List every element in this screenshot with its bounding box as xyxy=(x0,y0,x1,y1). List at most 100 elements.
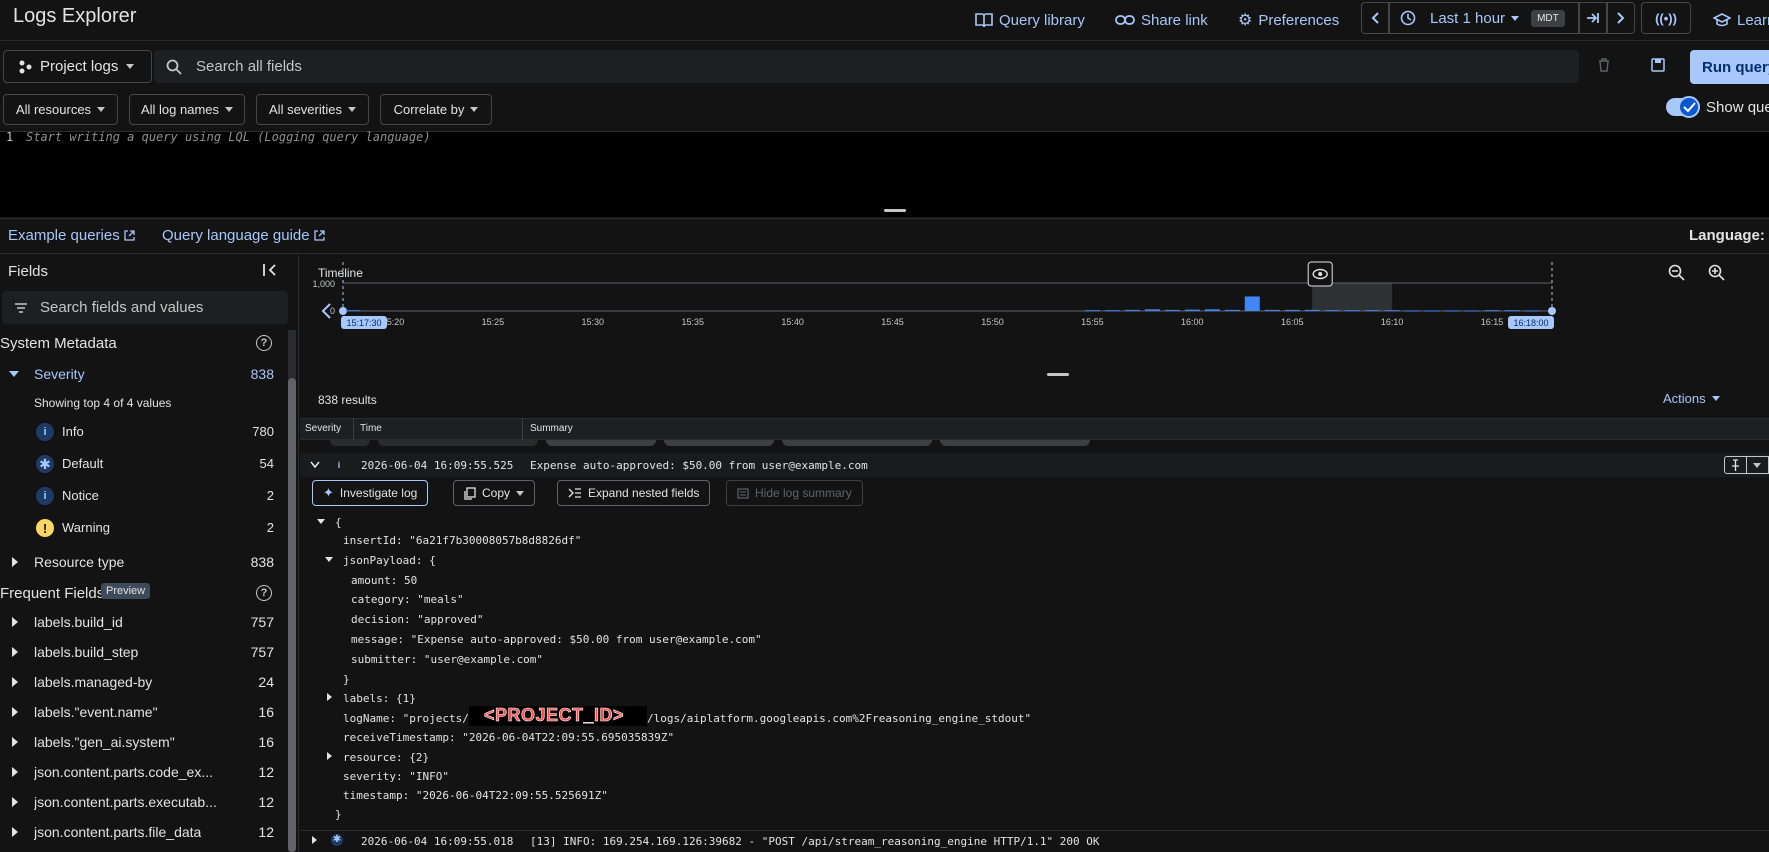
fields-scrollbar-thumb[interactable] xyxy=(288,378,296,852)
timeline-bar[interactable] xyxy=(1244,296,1260,311)
query-language-guide-link[interactable]: Query language guide xyxy=(162,227,325,244)
frequent-field-row[interactable]: labels."event.name" 16 xyxy=(0,698,280,726)
run-query-button[interactable]: Run query xyxy=(1690,50,1769,84)
expand-nested-fields-button[interactable]: Expand nested fields xyxy=(557,480,711,506)
resource-type-field-row[interactable]: Resource type 838 xyxy=(0,548,280,576)
timeline-resize-handle[interactable] xyxy=(1047,373,1069,376)
timeline-bar[interactable] xyxy=(1184,309,1200,311)
dropdown-caret-icon xyxy=(126,64,135,69)
timeline-bar[interactable] xyxy=(1484,310,1500,312)
timeline-bar[interactable] xyxy=(1204,309,1220,311)
collapse-icon[interactable] xyxy=(317,519,325,524)
frequent-field-row[interactable]: labels.build_step 757 xyxy=(0,638,280,666)
investigate-log-button[interactable]: ✦ Investigate log xyxy=(312,480,429,506)
editor-resize-handle[interactable] xyxy=(884,209,906,212)
severities-filter[interactable]: All severities xyxy=(256,94,369,125)
share-link-label: Share link xyxy=(1141,11,1208,29)
expand-icon[interactable] xyxy=(312,836,317,844)
timeline-bar[interactable] xyxy=(1144,309,1160,311)
severity-value-warning[interactable]: ! Warning 2 xyxy=(0,514,280,542)
help-icon[interactable]: ? xyxy=(256,585,272,601)
severity-value-notice[interactable]: i Notice 2 xyxy=(0,482,280,510)
column-divider[interactable] xyxy=(353,418,354,440)
learn-button[interactable]: Learn xyxy=(1713,6,1769,34)
timeline-bar[interactable] xyxy=(1264,309,1280,311)
range-end-label: 16:18:00 xyxy=(1513,318,1548,328)
frequent-field-row[interactable]: json.content.parts.code_ex... 12 xyxy=(0,758,280,786)
correlate-by-filter[interactable]: Correlate by xyxy=(380,94,492,125)
timeline-bar[interactable] xyxy=(1404,310,1420,312)
severity-value-info[interactable]: i Info 780 xyxy=(0,418,280,446)
search-input[interactable] xyxy=(196,58,1496,75)
timeline-bar[interactable] xyxy=(345,310,361,312)
check-icon xyxy=(1678,96,1700,118)
search-icon xyxy=(166,59,182,75)
timeline-bar[interactable] xyxy=(1424,310,1440,312)
severity-value-default[interactable]: ✱ Default 54 xyxy=(0,450,280,478)
timeline-bar[interactable] xyxy=(1304,309,1320,311)
timeline-bar[interactable] xyxy=(1084,310,1100,312)
expand-icon[interactable] xyxy=(327,752,332,760)
column-summary[interactable]: Summary xyxy=(530,423,573,434)
collapse-panel-icon[interactable] xyxy=(262,262,278,278)
frequent-field-row[interactable]: json.content.parts.executab... 12 xyxy=(0,788,280,816)
timeline-bar[interactable] xyxy=(1324,310,1340,312)
preferences-button[interactable]: ⚙ Preferences xyxy=(1238,6,1339,34)
jump-to-now-button[interactable] xyxy=(1579,2,1607,34)
clear-query-button[interactable] xyxy=(1598,58,1610,72)
example-queries-link[interactable]: Example queries xyxy=(8,227,135,244)
hide-log-summary-button[interactable]: Hide log summary xyxy=(726,480,863,506)
column-time[interactable]: Time xyxy=(360,423,382,434)
timeline-bar[interactable] xyxy=(1284,309,1300,311)
eye-icon[interactable] xyxy=(1307,261,1333,287)
column-severity[interactable]: Severity xyxy=(305,423,341,434)
show-query-toggle[interactable] xyxy=(1666,96,1700,118)
chevron-down-icon[interactable] xyxy=(310,461,320,469)
info-icon: i xyxy=(337,460,341,470)
timeline-bar[interactable] xyxy=(1224,309,1240,311)
json-submitter: submitter: "user@example.com" xyxy=(351,653,544,666)
stream-logs-button[interactable]: ((•)) xyxy=(1641,2,1691,34)
timeline-selection[interactable] xyxy=(1312,283,1393,311)
timeline-bar[interactable] xyxy=(1124,309,1140,311)
row-menu-button[interactable] xyxy=(1747,456,1769,474)
timeline-bar[interactable] xyxy=(1384,310,1400,312)
query-library-button[interactable]: Query library xyxy=(975,6,1085,34)
range-end-handle[interactable] xyxy=(1548,307,1556,315)
timeline-chart[interactable]: 1,000015:20 15:25 15:30 15:35 15:40 15:45 15:5… xyxy=(300,255,1769,380)
chevron-right-icon xyxy=(12,677,18,687)
investigate-log-label: Investigate log xyxy=(339,486,418,500)
column-divider[interactable] xyxy=(522,418,523,440)
help-icon[interactable]: ? xyxy=(256,335,272,351)
timeline-bar[interactable] xyxy=(1164,309,1180,311)
timeline-bar[interactable] xyxy=(1464,310,1480,312)
actions-dropdown[interactable]: Actions xyxy=(1663,391,1720,406)
timeline-bar[interactable] xyxy=(1364,310,1380,312)
fields-search-input[interactable] xyxy=(40,299,280,316)
severity-field-row[interactable]: Severity 838 xyxy=(0,360,280,388)
frequent-field-row[interactable]: labels."gen_ai.system" 16 xyxy=(0,728,280,756)
timeline-bar[interactable] xyxy=(1344,310,1360,312)
copy-button[interactable]: Copy xyxy=(453,480,536,506)
time-forward-button[interactable] xyxy=(1607,2,1635,34)
timeline-bar[interactable] xyxy=(1444,310,1460,312)
frequent-field-row[interactable]: json.content.parts.file_data 12 xyxy=(0,818,280,846)
time-back-button[interactable] xyxy=(1361,2,1389,34)
collapse-icon[interactable] xyxy=(325,557,333,562)
expand-nested-fields-label: Expand nested fields xyxy=(588,486,700,500)
expand-icon[interactable] xyxy=(327,693,332,701)
timeline-bar[interactable] xyxy=(1504,310,1520,312)
pin-icon[interactable] xyxy=(1724,456,1747,474)
timeline-bar[interactable] xyxy=(1524,310,1540,312)
frequent-field-row[interactable]: labels.build_id 757 xyxy=(0,608,280,636)
time-range-picker[interactable]: Last 1 hour MDT xyxy=(1389,2,1579,34)
resources-filter[interactable]: All resources xyxy=(3,94,118,125)
save-query-button[interactable] xyxy=(1651,58,1665,72)
log-row-expanded[interactable] xyxy=(300,453,1769,477)
timeline-bar[interactable] xyxy=(1104,310,1120,312)
share-link-button[interactable]: Share link xyxy=(1115,6,1208,34)
json-receive-timestamp: receiveTimestamp: "2026-06-04T22:09:55.6… xyxy=(343,731,675,744)
frequent-field-row[interactable]: labels.managed-by 24 xyxy=(0,668,280,696)
log-names-filter[interactable]: All log names xyxy=(129,94,245,125)
project-scope-dropdown[interactable]: Project logs xyxy=(3,50,152,83)
